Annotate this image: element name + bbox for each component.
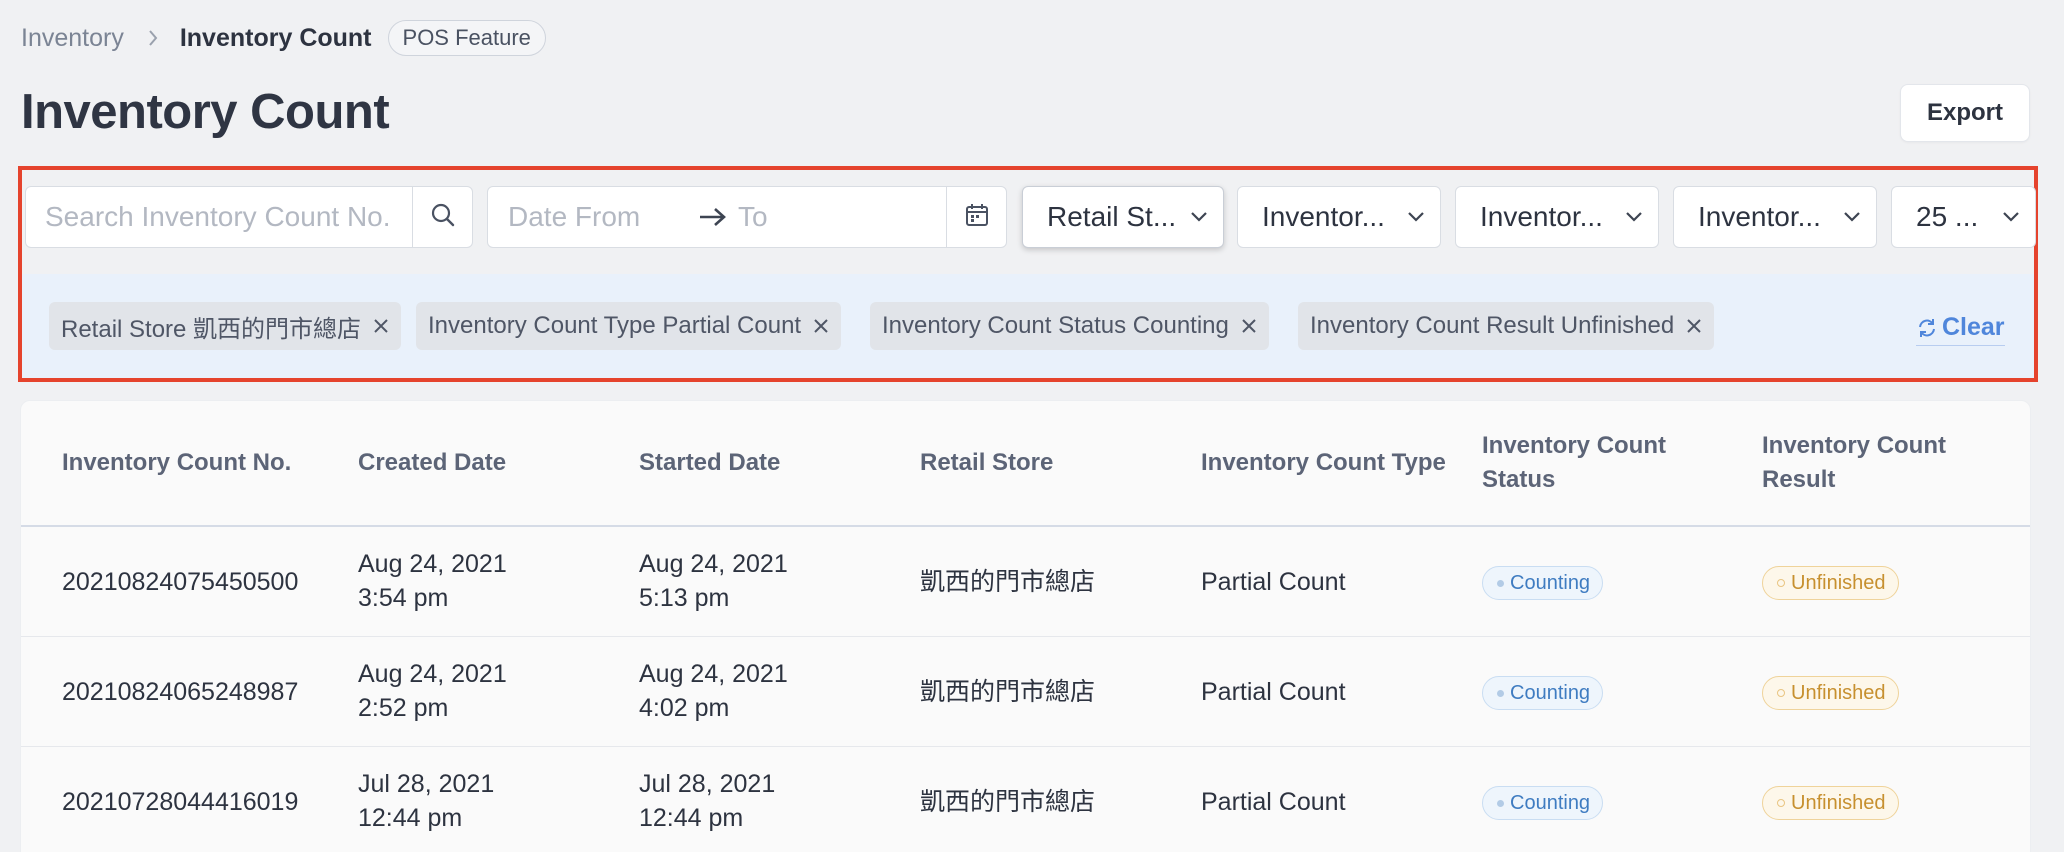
active-filter-tags: Retail Store 凱西的門市總店 Inventory Count Typ… [22, 274, 2034, 378]
column-header-count-status[interactable]: Inventory Count Status [1482, 429, 1712, 497]
column-header-started-date[interactable]: Started Date [639, 446, 780, 480]
pos-feature-badge: POS Feature [387, 20, 546, 56]
column-header-count-no[interactable]: Inventory Count No. [62, 446, 291, 480]
status-badge: Counting [1482, 676, 1604, 710]
cell-store: 凱西的門市總店 [920, 788, 1096, 816]
chevron-down-icon [1842, 210, 1862, 224]
filter-tag-retail-store: Retail Store 凱西的門市總店 [49, 302, 402, 350]
result-badge: Unfinished [1762, 566, 1899, 600]
breadcrumb-current: Inventory Count [179, 23, 372, 52]
calendar-icon [964, 202, 990, 233]
calendar-button[interactable] [946, 187, 1006, 247]
search-icon [430, 202, 456, 233]
status-badge: Counting [1482, 786, 1604, 820]
arrow-right-icon [698, 206, 728, 228]
breadcrumb-inventory-link[interactable]: Inventory [21, 24, 124, 53]
result-badge: Unfinished [1762, 676, 1899, 710]
search-input[interactable] [26, 187, 413, 247]
cell-created: Aug 24, 2021 2:52 pm [358, 660, 507, 722]
inventory-count-type-select[interactable]: Inventor... [1237, 186, 1441, 248]
status-badge: Counting [1482, 566, 1604, 600]
cell-created: Aug 24, 2021 3:54 pm [358, 550, 507, 612]
result-badge: Unfinished [1762, 786, 1899, 820]
retail-store-select[interactable]: Retail St... [1022, 186, 1224, 248]
export-button[interactable]: Export [1900, 84, 2030, 142]
chevron-down-icon [2001, 210, 2021, 224]
filter-tag-count-status: Inventory Count Status Counting [870, 302, 1269, 350]
table-row[interactable]: 20210728044416019 Jul 28, 2021 12:44 pm … [21, 747, 2030, 852]
cell-count-no: 20210728044416019 [62, 788, 299, 816]
chevron-down-icon [1624, 210, 1644, 224]
cell-store: 凱西的門市總店 [920, 678, 1096, 706]
cell-created: Jul 28, 2021 12:44 pm [358, 770, 495, 832]
breadcrumb: Inventory Inventory Count POS Feature [21, 18, 546, 58]
cell-store: 凱西的門市總店 [920, 568, 1096, 596]
column-header-count-result[interactable]: Inventory Count Result [1762, 429, 1992, 497]
chevron-down-icon [1189, 210, 1209, 224]
close-icon[interactable] [1239, 316, 1259, 336]
page-title: Inventory Count [21, 85, 390, 139]
date-from-input[interactable]: Date From [508, 201, 698, 233]
inventory-count-result-select[interactable]: Inventor... [1673, 186, 1877, 248]
cell-type: Partial Count [1201, 568, 1346, 596]
cell-count-no: 20210824065248987 [62, 678, 299, 706]
chevron-down-icon [1406, 210, 1426, 224]
search-box [25, 186, 473, 248]
close-icon[interactable] [371, 316, 391, 336]
close-icon[interactable] [1684, 316, 1704, 336]
chevron-right-icon [146, 28, 160, 48]
filter-panel: Date From To Retail St... Inventor... In… [18, 166, 2038, 382]
column-header-retail-store[interactable]: Retail Store [920, 446, 1053, 480]
search-button[interactable] [412, 187, 472, 247]
table-header: Inventory Count No. Created Date Started… [21, 401, 2030, 527]
inventory-count-table: Inventory Count No. Created Date Started… [20, 400, 2031, 852]
inventory-count-status-select[interactable]: Inventor... [1455, 186, 1659, 248]
table-row[interactable]: 20210824075450500 Aug 24, 2021 3:54 pm A… [21, 527, 2030, 637]
cell-count-no: 20210824075450500 [62, 568, 299, 596]
cell-type: Partial Count [1201, 678, 1346, 706]
column-header-created-date[interactable]: Created Date [358, 446, 506, 480]
cell-type: Partial Count [1201, 788, 1346, 816]
cell-started: Aug 24, 2021 5:13 pm [639, 550, 788, 612]
column-header-count-type[interactable]: Inventory Count Type [1201, 446, 1446, 480]
date-range-picker[interactable]: Date From To [487, 186, 1007, 248]
filter-tag-count-type: Inventory Count Type Partial Count [416, 302, 842, 350]
filter-controls-row: Date From To Retail St... Inventor... In… [22, 170, 2036, 276]
clear-filters-button[interactable]: Clear [1916, 310, 2005, 346]
date-to-input[interactable]: To [738, 201, 944, 233]
filter-tag-count-result: Inventory Count Result Unfinished [1298, 302, 1715, 350]
table-row[interactable]: 20210824065248987 Aug 24, 2021 2:52 pm A… [21, 637, 2030, 747]
cell-started: Jul 28, 2021 12:44 pm [639, 770, 776, 832]
refresh-icon [1916, 317, 1938, 339]
page-size-select[interactable]: 25 ... [1891, 186, 2036, 248]
close-icon[interactable] [811, 316, 831, 336]
cell-started: Aug 24, 2021 4:02 pm [639, 660, 788, 722]
